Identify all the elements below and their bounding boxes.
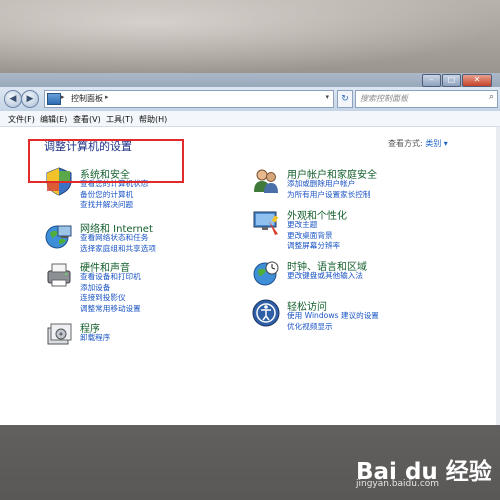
link-find-fix-problems[interactable]: 查找并解决问题 xyxy=(80,200,148,211)
minimize-icon[interactable]: – xyxy=(422,74,441,87)
link-optimize-display[interactable]: 优化视频显示 xyxy=(287,322,379,333)
link-add-device[interactable]: 添加设备 xyxy=(80,283,141,294)
link-mobility-settings[interactable]: 调整常用移动设置 xyxy=(80,304,141,315)
accessibility-icon[interactable] xyxy=(251,298,281,328)
scrollbar[interactable] xyxy=(496,127,500,425)
breadcrumb-arrow-icon[interactable]: ▸ xyxy=(105,93,109,101)
control-panel-window: – □ ✕ ◀ ▶ ▸ 控制面板 ▸ ▾ ↻ 搜索控制面板 ⌕ 文件(F) 编辑… xyxy=(0,73,500,425)
refresh-icon[interactable]: ↻ xyxy=(337,90,353,108)
menu-edit[interactable]: 编辑(E) xyxy=(40,114,67,125)
link-windows-recommended[interactable]: 使用 Windows 建议的设置 xyxy=(287,311,379,322)
clock-globe-icon[interactable] xyxy=(251,258,281,288)
maximize-icon[interactable]: □ xyxy=(442,74,461,87)
highlight-box xyxy=(28,139,184,183)
link-homegroup-sharing[interactable]: 选择家庭组和共享选项 xyxy=(80,244,156,255)
link-screen-resolution[interactable]: 调整屏幕分辨率 xyxy=(287,241,340,252)
link-add-remove-accounts[interactable]: 添加或删除用户帐户 xyxy=(287,179,371,190)
link-keyboard-input[interactable]: 更改键盘或其他输入法 xyxy=(287,271,363,282)
network-globe-icon[interactable] xyxy=(44,220,74,250)
programs-icon[interactable] xyxy=(44,320,74,350)
users-icon[interactable] xyxy=(251,166,281,196)
menu-help[interactable]: 帮助(H) xyxy=(139,114,167,125)
menu-file[interactable]: 文件(F) xyxy=(8,114,35,125)
link-desktop-background[interactable]: 更改桌面背景 xyxy=(287,231,340,242)
link-backup-computer[interactable]: 备份您的计算机 xyxy=(80,190,148,201)
back-icon[interactable]: ◀ xyxy=(4,90,22,108)
control-panel-icon xyxy=(47,93,61,105)
appearance-icon[interactable] xyxy=(251,207,281,237)
address-bar[interactable]: ▸ 控制面板 ▸ ▾ xyxy=(44,90,334,108)
menu-bar: 文件(F) 编辑(E) 查看(V) 工具(T) 帮助(H) xyxy=(0,111,500,127)
breadcrumb-arrow-icon[interactable]: ▸ xyxy=(61,93,65,101)
view-by-dropdown[interactable]: 类别 xyxy=(425,139,441,148)
title-bar: – □ ✕ xyxy=(0,73,500,87)
desktop-highlight xyxy=(0,0,500,75)
watermark-url: jingyan.baidu.com xyxy=(356,479,440,489)
link-uninstall-program[interactable]: 卸载程序 xyxy=(80,333,110,344)
link-network-status[interactable]: 查看网络状态和任务 xyxy=(80,233,156,244)
link-parental-controls[interactable]: 为所有用户设置家长控制 xyxy=(287,190,371,201)
printer-icon[interactable] xyxy=(44,259,74,289)
search-icon[interactable]: ⌕ xyxy=(489,92,494,102)
breadcrumb-control-panel[interactable]: 控制面板 xyxy=(71,93,103,104)
navigation-bar: ◀ ▶ ▸ 控制面板 ▸ ▾ ↻ 搜索控制面板 ⌕ xyxy=(0,87,500,111)
view-by-label: 查看方式: xyxy=(388,139,423,148)
search-placeholder: 搜索控制面板 xyxy=(360,94,408,103)
forward-icon[interactable]: ▶ xyxy=(21,90,39,108)
search-input[interactable]: 搜索控制面板 ⌕ xyxy=(355,90,498,108)
menu-tools[interactable]: 工具(T) xyxy=(106,114,133,125)
close-icon[interactable]: ✕ xyxy=(462,74,492,87)
view-by: 查看方式: 类别 ▾ xyxy=(388,138,448,149)
link-connect-projector[interactable]: 连接到投影仪 xyxy=(80,293,141,304)
link-devices-printers[interactable]: 查看设备和打印机 xyxy=(80,272,141,283)
menu-view[interactable]: 查看(V) xyxy=(73,114,101,125)
link-change-theme[interactable]: 更改主题 xyxy=(287,220,340,231)
address-dropdown-icon[interactable]: ▾ xyxy=(325,93,329,101)
view-by-dropdown-icon[interactable]: ▾ xyxy=(444,139,448,148)
